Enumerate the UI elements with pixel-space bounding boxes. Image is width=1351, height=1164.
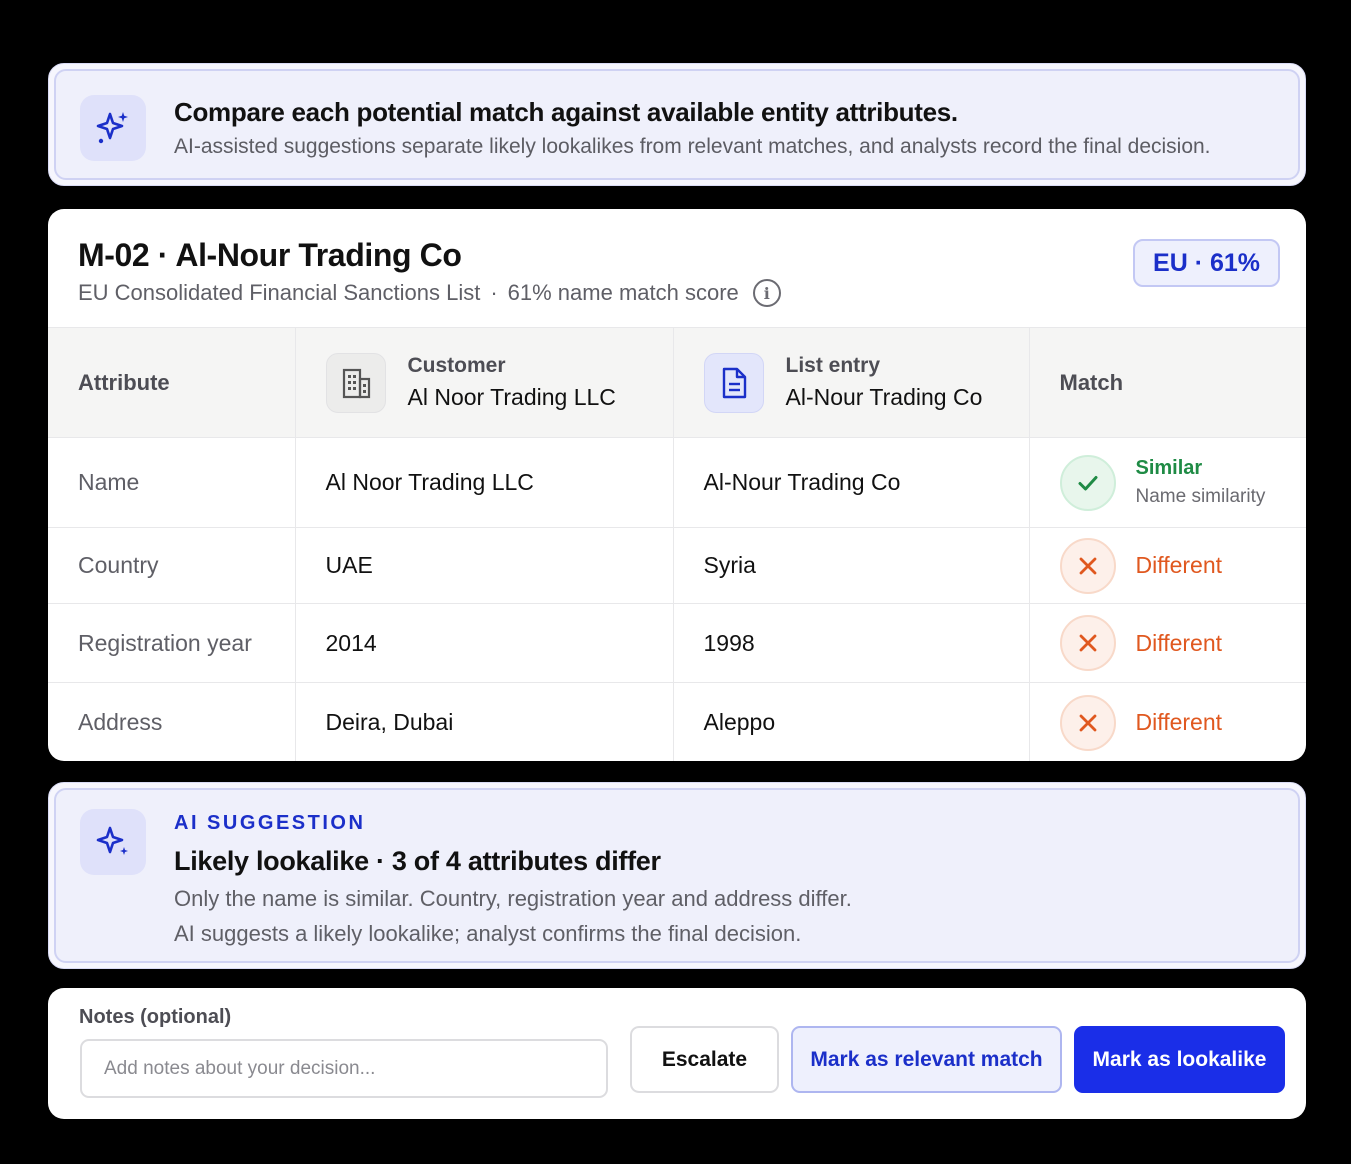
column-header-customer: Customer Al Noor Trading LLC [295,327,674,438]
list-value-cell: 1998 [673,603,1030,683]
banner-subtitle: AI-assisted suggestions separate likely … [174,135,1211,158]
x-icon [1059,615,1116,671]
customer-name: Al Noor Trading LLC [407,384,616,410]
ai-suggestion-panel: AI SUGGESTION Likely lookalike · 3 of 4 … [48,782,1306,969]
escalate-button[interactable]: Escalate [630,1026,779,1093]
name-match-score: 61% name match score [507,280,739,305]
building-icon [325,352,386,413]
list-value-cell: Aleppo [673,682,1030,761]
check-icon [1059,454,1116,511]
decision-actions-panel: Notes (optional) Escalate Mark as releva… [48,988,1306,1119]
banner-title: Compare each potential match against ava… [174,97,958,127]
column-header-match: Match [1029,327,1306,438]
attribute-cell: Address [48,682,296,761]
x-icon [1059,537,1116,594]
ai-suggestion-inner: AI SUGGESTION Likely lookalike · 3 of 4 … [54,788,1300,963]
table-row: Name Al Noor Trading LLC Al-Nour Trading… [48,437,1306,528]
attribute-cell: Country [48,527,296,604]
match-cell: Different [1029,527,1306,604]
attribute-cell: Registration year [48,603,296,683]
customer-label: Customer [407,354,506,377]
notes-label: Notes (optional) [79,1006,232,1028]
match-cell: Similar Name similarity [1029,437,1306,528]
mark-relevant-match-button[interactable]: Mark as relevant match [791,1026,1062,1093]
table-row: Address Deira, Dubai Aleppo Different [48,682,1306,761]
sparkle-icon [80,95,146,161]
ai-suggestion-title: Likely lookalike · 3 of 4 attributes dif… [174,846,661,876]
match-status: Different [1135,709,1223,736]
attribute-comparison-table: Attribute Customer Al Noor Trading LLC L… [48,327,1306,761]
instructions-banner-inner: Compare each potential match against ava… [54,69,1300,180]
match-title: M-02 · Al-Nour Trading Co [78,237,462,273]
attribute-cell: Name [48,437,296,528]
sanctions-list-name: EU Consolidated Financial Sanctions List [78,280,481,305]
instructions-banner: Compare each potential match against ava… [48,63,1306,186]
customer-value-cell: 2014 [295,603,674,683]
customer-value-cell: Al Noor Trading LLC [295,437,674,528]
customer-value-cell: Deira, Dubai [295,682,674,761]
ai-suggestion-tag: AI SUGGESTION [174,812,366,834]
match-comparison-card: M-02 · Al-Nour Trading Co EU Consolidate… [48,209,1306,761]
x-icon [1059,694,1116,751]
ai-suggestion-disclaimer: AI suggests a likely lookalike; analyst … [174,921,802,946]
column-header-attribute: Attribute [48,327,296,438]
column-header-list-entry: List entry Al-Nour Trading Co [673,327,1030,438]
match-detail: Name similarity [1135,486,1266,507]
customer-value-cell: UAE [295,527,674,604]
list-entry-name: Al-Nour Trading Co [785,384,983,410]
notes-input[interactable] [80,1039,608,1098]
document-icon [703,352,764,413]
ai-suggestion-reason: Only the name is similar. Country, regis… [174,886,852,911]
match-cell: Different [1029,603,1306,683]
match-subtitle: EU Consolidated Financial Sanctions List… [78,279,781,307]
sparkle-icon [80,809,146,875]
list-entry-label: List entry [785,354,881,377]
match-status: Similar [1135,457,1203,479]
table-header-row: Attribute Customer Al Noor Trading LLC L… [48,327,1306,438]
list-value-cell: Syria [673,527,1030,604]
info-icon[interactable]: i [752,279,781,307]
mark-lookalike-button[interactable]: Mark as lookalike [1074,1026,1285,1093]
separator-dot: · [490,280,498,305]
match-status: Different [1135,629,1223,656]
list-value-cell: Al-Nour Trading Co [673,437,1030,528]
match-status: Different [1135,552,1223,578]
match-cell: Different [1029,682,1306,761]
list-score-badge: EU · 61% [1133,239,1280,287]
table-row: Country UAE Syria Different [48,527,1306,604]
table-row: Registration year 2014 1998 Different [48,603,1306,683]
